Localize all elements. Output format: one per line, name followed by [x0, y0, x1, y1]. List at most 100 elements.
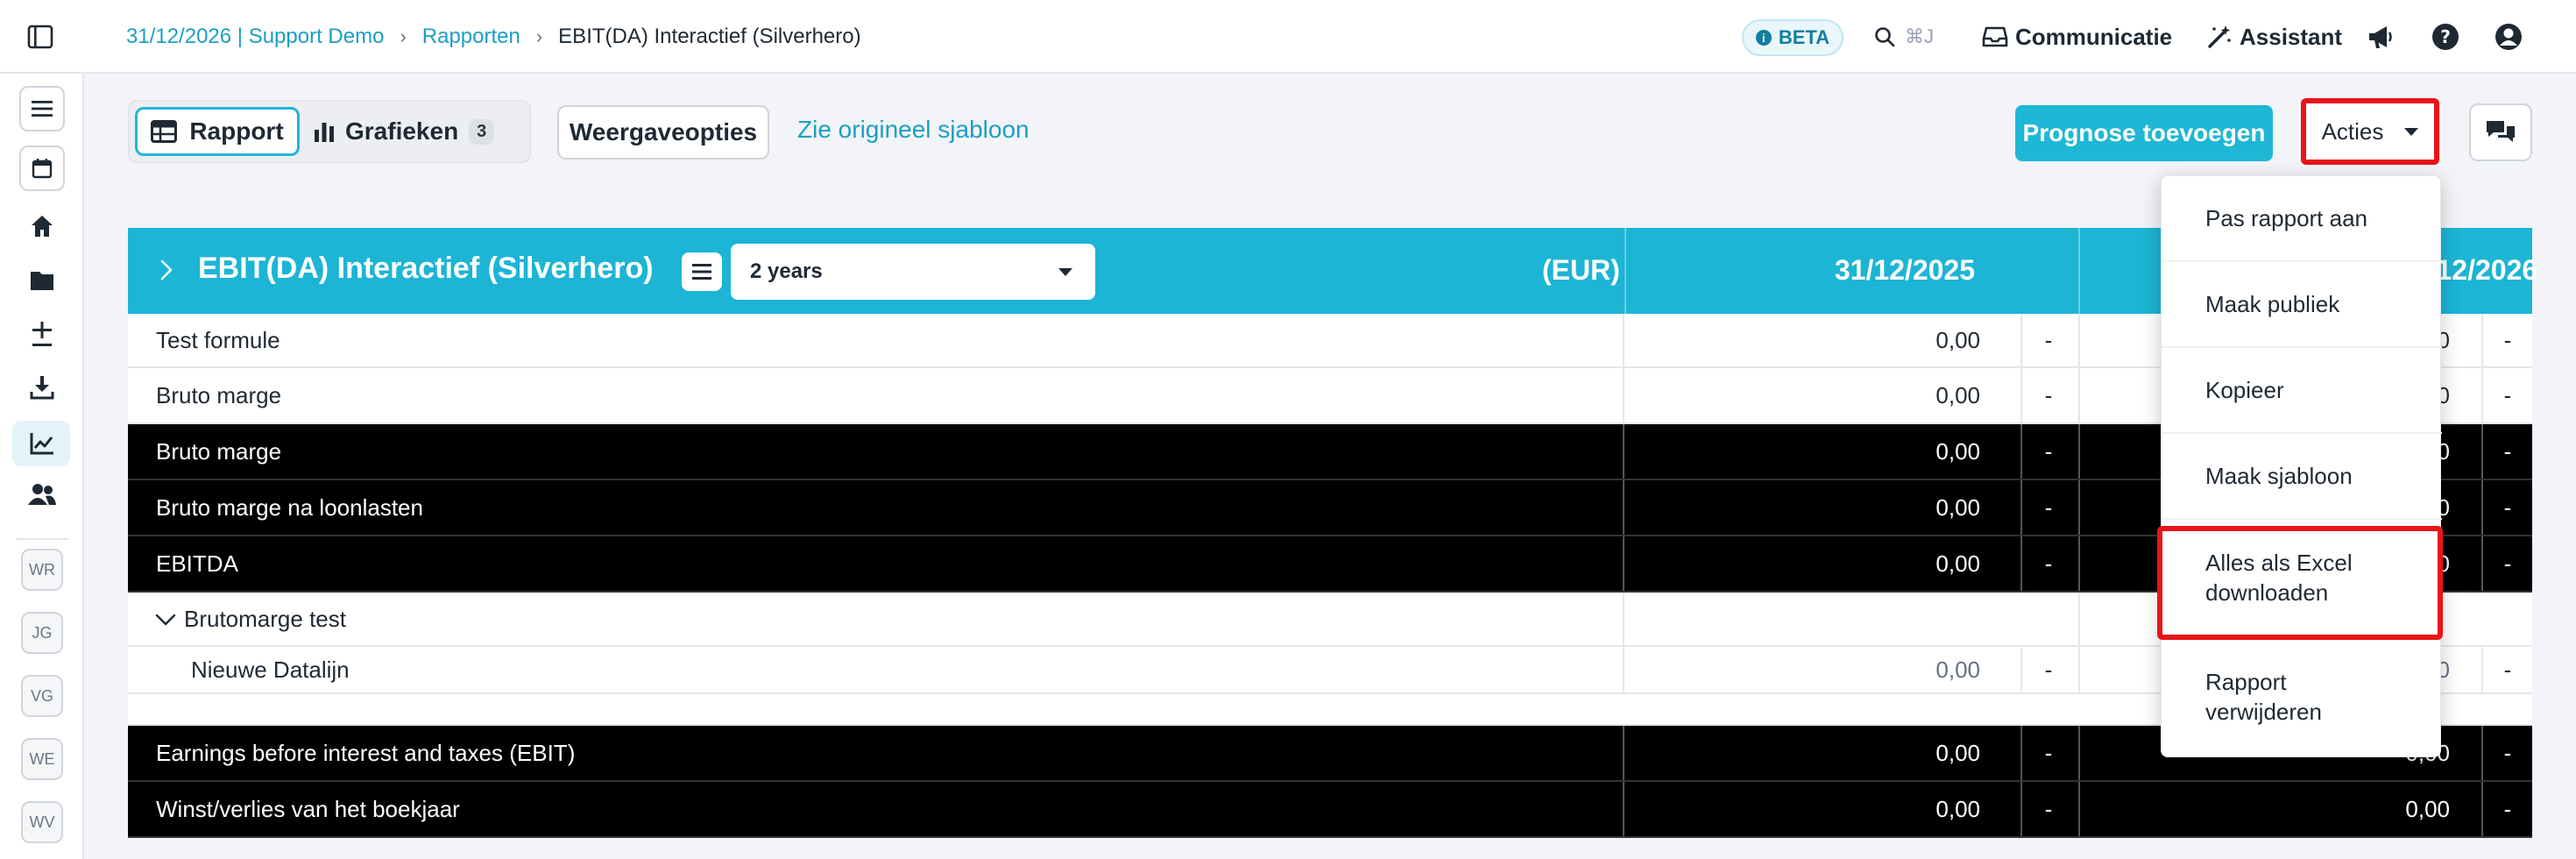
rail-divider	[16, 538, 68, 540]
row-label: Earnings before interest and taxes (EBIT…	[156, 739, 576, 766]
view-tabs: Rapport Grafieken 3	[128, 100, 531, 163]
cell-divider	[2481, 782, 2483, 836]
origineel-sjabloon-link[interactable]: Zie origineel sjabloon	[797, 116, 1030, 144]
bar-chart-icon	[315, 123, 334, 142]
cell-divider	[2078, 782, 2080, 836]
avatar[interactable]: WV	[21, 801, 63, 843]
delta-2026: -	[2503, 739, 2512, 766]
communicatie-label: Communicatie	[2015, 23, 2173, 50]
row-label: Test formule	[156, 326, 280, 353]
acties-button[interactable]: Acties	[2301, 98, 2439, 165]
assistant-label: Assistant	[2240, 23, 2343, 50]
sidebar-toggle-icon[interactable]	[26, 23, 54, 51]
cell-divider	[2020, 536, 2022, 591]
tab-grafieken[interactable]: Grafieken 3	[314, 107, 495, 156]
delta-2026: -	[2503, 493, 2512, 521]
prognose-toevoegen-button[interactable]: Prognose toevoegen	[2015, 105, 2273, 161]
weergaveopties-button[interactable]: Weergaveopties	[557, 105, 769, 160]
cell-divider	[2481, 480, 2483, 535]
menu-button[interactable]	[19, 86, 65, 131]
report-menu-button[interactable]	[682, 252, 722, 291]
delta-2026: -	[2503, 437, 2512, 465]
magic-wand-icon	[2208, 25, 2231, 48]
delta-2025: -	[2044, 326, 2053, 353]
table-icon	[151, 120, 178, 143]
delta-2026: -	[2503, 795, 2512, 822]
table-row-total[interactable]: Winst/verlies van het boekjaar 0,00 - 0,…	[128, 782, 2532, 838]
avatar[interactable]: WE	[21, 738, 63, 780]
help-icon[interactable]: ?	[2431, 22, 2460, 52]
delta-2025: -	[2044, 437, 2053, 465]
delta-2026: -	[2503, 381, 2512, 408]
chart-line-icon[interactable]	[26, 428, 58, 459]
cell-divider	[2078, 593, 2080, 645]
delta-2025: -	[2044, 493, 2053, 521]
column-header-2025: 31/12/2025	[1834, 254, 1975, 286]
home-icon[interactable]	[26, 210, 58, 242]
folder-icon[interactable]	[26, 265, 58, 296]
row-label: Bruto marge	[156, 437, 282, 465]
value-2026: 0,00	[2405, 795, 2450, 822]
delta-2025: -	[2044, 795, 2053, 822]
period-select-value: 2 years	[750, 259, 823, 283]
cell-divider	[2078, 647, 2080, 692]
row-label: Winst/verlies van het boekjaar	[156, 795, 460, 822]
hamburger-icon	[692, 264, 711, 280]
cell-divider	[2481, 536, 2483, 591]
row-label: Bruto marge	[156, 381, 282, 408]
menu-item-pas-rapport-aan[interactable]: Pas rapport aan	[2162, 176, 2442, 262]
row-label: Bruto marge na loonlasten	[156, 493, 423, 521]
cell-divider	[2020, 314, 2022, 366]
cell-divider	[1623, 593, 1624, 645]
users-icon[interactable]	[26, 479, 58, 510]
cell-divider	[2020, 424, 2022, 479]
cell-divider	[2078, 368, 2080, 422]
chevron-down-icon[interactable]	[154, 612, 177, 628]
value-2025: 0,00	[1936, 656, 1980, 683]
period-select[interactable]: 2 years	[731, 244, 1095, 300]
menu-item-maak-publiek[interactable]: Maak publiek	[2162, 262, 2442, 348]
chevron-right-icon: ›	[535, 25, 543, 47]
cell-divider	[2078, 314, 2080, 366]
breadcrumb-rapporten-link[interactable]: Rapporten	[422, 25, 520, 49]
inbox-icon	[1982, 26, 2008, 47]
comments-button[interactable]	[2469, 103, 2532, 161]
top-bar: 31/12/2026 | Support Demo › Rapporten › …	[0, 0, 2576, 74]
value-2025: 0,00	[1936, 550, 1980, 577]
tab-rapport-label: Rapport	[189, 117, 284, 145]
assistant-link[interactable]: Assistant	[2206, 21, 2342, 53]
communicatie-link[interactable]: Communicatie	[1982, 21, 2172, 53]
menu-item-maak-sjabloon[interactable]: Maak sjabloon	[2162, 434, 2442, 520]
delta-2025: -	[2044, 550, 2053, 577]
avatar[interactable]: WR	[21, 549, 63, 591]
value-2025: 0,00	[1936, 326, 1980, 353]
tab-rapport[interactable]: Rapport	[135, 107, 300, 156]
calendar-button[interactable]	[19, 146, 65, 191]
breadcrumb-current: EBIT(DA) Interactief (Silverhero)	[558, 25, 861, 48]
cell-divider	[2020, 726, 2022, 780]
cell-divider	[2481, 314, 2483, 366]
download-icon[interactable]	[26, 372, 58, 403]
search-button[interactable]: ⌘J	[1873, 21, 1934, 53]
cell-divider	[2078, 424, 2080, 479]
avatar[interactable]: VG	[21, 675, 63, 717]
menu-item-rapport-verwijderen[interactable]: Rapport verwijderen	[2162, 637, 2442, 756]
avatar[interactable]: JG	[21, 612, 63, 654]
cell-divider	[2078, 536, 2080, 591]
beta-badge[interactable]: i BETA	[1742, 19, 1844, 56]
breadcrumb-org-link[interactable]: 31/12/2026 | Support Demo	[126, 25, 384, 49]
cell-divider	[2481, 647, 2483, 692]
svg-text:?: ?	[2440, 26, 2451, 47]
value-2025: 0,00	[1936, 795, 1980, 822]
chevron-right-icon[interactable]	[154, 258, 179, 282]
menu-item-kopieer[interactable]: Kopieer	[2162, 348, 2442, 434]
value-2025: 0,00	[1936, 739, 1980, 766]
hamburger-icon	[32, 101, 53, 117]
cell-divider	[2481, 424, 2483, 479]
megaphone-icon[interactable]	[2366, 22, 2396, 52]
row-label: EBITDA	[156, 550, 238, 577]
column-divider	[1624, 228, 1626, 314]
user-account-icon[interactable]	[2494, 22, 2523, 52]
acties-label: Acties	[2321, 117, 2384, 145]
plus-minus-icon[interactable]	[26, 319, 58, 351]
